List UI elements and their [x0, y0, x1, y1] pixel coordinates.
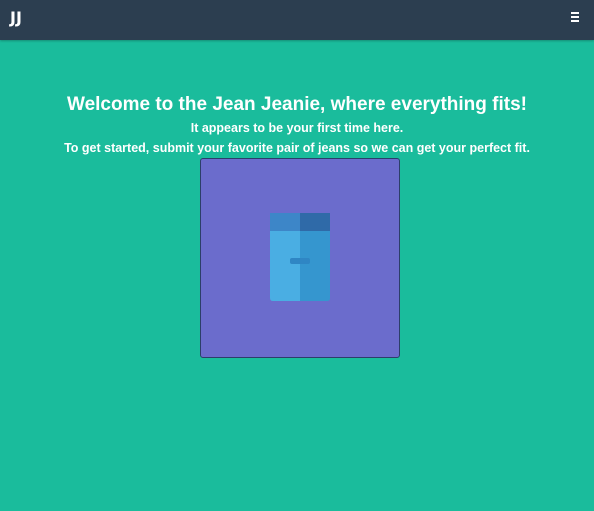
- menu-bar: [571, 16, 579, 18]
- brand-logo[interactable]: JJ: [10, 8, 22, 27]
- first-time-text: It appears to be your first time here.: [190, 121, 404, 135]
- jeans-icon: [270, 213, 330, 301]
- instructions-text: To get started, submit your favorite pai…: [64, 141, 530, 155]
- hamburger-menu-icon[interactable]: [568, 9, 582, 23]
- menu-bar: [571, 12, 579, 14]
- jeans-upload-button[interactable]: [200, 158, 400, 358]
- welcome-heading: Welcome to the Jean Jeanie, where everyt…: [66, 94, 528, 115]
- top-navbar: JJ: [0, 0, 594, 40]
- intro-section: Welcome to the Jean Jeanie, where everyt…: [0, 92, 594, 158]
- menu-bar: [571, 20, 579, 22]
